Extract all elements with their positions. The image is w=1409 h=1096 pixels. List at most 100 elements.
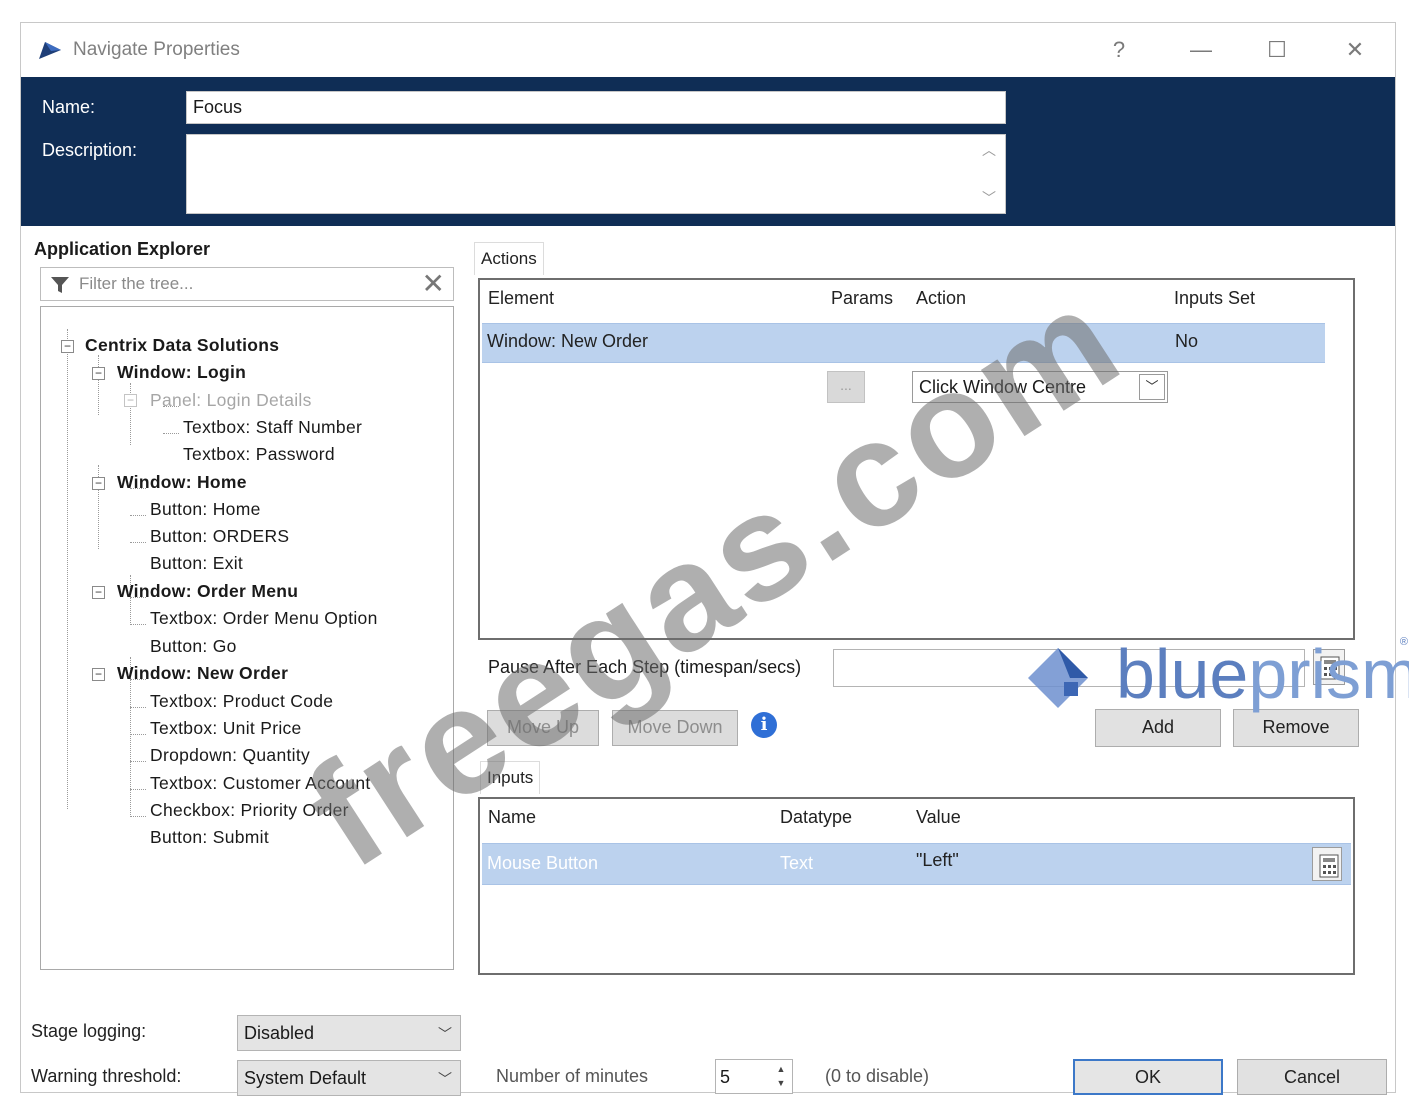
action-select-value: Click Window Centre [919,377,1087,397]
minutes-value: 5 [720,1067,731,1087]
spin-down-icon[interactable]: ▼ [773,1078,789,1088]
row-inputs-set: No [1175,331,1199,351]
scroll-up-icon[interactable]: ︿ [981,143,997,157]
action-select[interactable]: Click Window Centre ﹀ [912,371,1168,403]
stage-logging-select[interactable]: Disabled ﹀ [237,1015,461,1051]
tab-actions[interactable]: Actions [474,242,544,275]
tree-item[interactable]: Textbox: Unit Price [150,718,302,739]
column-header-params[interactable]: Params [831,288,893,309]
move-up-button[interactable]: Move Up [487,710,599,746]
warning-threshold-value: System Default [244,1068,367,1088]
tree-item[interactable]: Button: Home [150,499,261,520]
tree-item[interactable]: Textbox: Staff Number [183,417,362,438]
info-icon[interactable]: i [751,712,777,738]
tree-item[interactable]: Checkbox: Priority Order [150,800,349,821]
tree-item[interactable]: Textbox: Order Menu Option [150,608,378,629]
blueprism-logo-text: blueprism [1116,634,1409,714]
pause-label: Pause After Each Step (timespan/secs) [488,657,802,677]
tree-connector [130,789,146,790]
minimize-button[interactable]: — [1179,33,1223,67]
collapse-icon[interactable]: − [124,394,137,407]
tree-connector [130,515,146,516]
column-header-value[interactable]: Value [916,807,961,828]
maximize-button[interactable]: ☐ [1255,33,1299,67]
filter-tree-box[interactable]: Filter the tree... ✕ [40,267,454,301]
table-row[interactable]: Window: New Order ... Click Window Centr… [482,323,1325,403]
column-header-element[interactable]: Element [488,288,554,309]
minutes-stepper[interactable]: 5 ▲ ▼ [715,1059,793,1094]
tree-item[interactable]: Textbox: Password [183,444,335,465]
name-label: Name: [42,97,96,117]
chevron-down-icon[interactable]: ﹀ [1139,374,1165,400]
blueprism-logo-icon [1028,648,1088,708]
tree-item[interactable]: Window: Home [117,472,247,493]
tree-item[interactable]: Centrix Data Solutions [85,335,279,356]
column-header-action[interactable]: Action [916,288,966,309]
actions-grid: Element Params Action Inputs Set Window:… [478,278,1355,640]
column-header-inputs-set[interactable]: Inputs Set [1174,288,1255,309]
collapse-icon[interactable]: − [61,340,74,353]
name-field[interactable]: Focus [186,91,1006,124]
registered-mark: ® [1399,636,1408,648]
filter-icon [51,277,69,293]
tree-item[interactable]: Window: Login [117,362,246,383]
help-button[interactable]: ? [1097,33,1141,67]
scroll-down-icon[interactable]: ﹀ [981,191,997,205]
description-field[interactable]: ︿ ﹀ [186,134,1006,214]
inputs-grid: Name Datatype Value Mouse Button Text "L… [478,797,1355,975]
params-button[interactable]: ... [827,371,865,403]
calculator-icon [1319,854,1339,878]
stage-logging-label: Stage logging: [31,1021,147,1041]
tree-connector [130,542,146,543]
row-element: Window: New Order [487,331,649,351]
application-explorer-title: Application Explorer [34,239,211,259]
move-down-button[interactable]: Move Down [612,710,738,746]
input-value[interactable]: "Left" [916,850,959,871]
description-label: Description: [42,140,138,160]
filter-input[interactable]: Filter the tree... [79,274,193,294]
brand-part-2: prism [1248,635,1409,713]
column-header-name[interactable]: Name [488,807,536,828]
tree-connector [98,355,99,415]
tree-item[interactable]: Panel: Login Details [150,390,312,411]
column-header-datatype[interactable]: Datatype [780,807,852,828]
warning-threshold-select[interactable]: System Default ﹀ [237,1060,461,1096]
tree-connector [130,707,146,708]
tab-inputs[interactable]: Inputs [480,761,541,794]
chevron-down-icon: ﹀ [438,1026,452,1042]
input-datatype: Text [780,853,814,873]
title-bar: Navigate Properties ? — ☐ ✕ [21,23,1395,77]
close-button[interactable]: ✕ [1333,33,1377,67]
ok-button[interactable]: OK [1073,1059,1223,1095]
disable-hint: (0 to disable) [825,1066,930,1086]
window-title: Navigate Properties [73,39,240,60]
tree-item[interactable]: Window: New Order [117,663,288,684]
spin-up-icon[interactable]: ▲ [773,1064,789,1074]
blueprism-logo: blueprism ® [1028,634,1409,724]
application-tree[interactable]: − − − − − − Centrix Data Solutions Windo… [40,306,454,970]
collapse-icon[interactable]: − [92,586,105,599]
tree-item[interactable]: Button: Go [150,636,237,657]
tree-connector [67,329,68,809]
tree-item[interactable]: Textbox: Product Code [150,691,333,712]
chevron-down-icon: ﹀ [438,1071,452,1087]
tree-connector [130,816,146,817]
collapse-icon[interactable]: − [92,477,105,490]
input-name: Mouse Button [487,853,599,873]
collapse-icon[interactable]: − [92,367,105,380]
collapse-icon[interactable]: − [92,668,105,681]
number-of-minutes-label: Number of minutes [496,1066,649,1086]
cancel-button[interactable]: Cancel [1237,1059,1387,1095]
tree-item[interactable]: Button: ORDERS [150,526,289,547]
tree-connector [163,433,179,434]
tree-item[interactable]: Textbox: Customer Account [150,773,371,794]
tree-item[interactable]: Button: Submit [150,827,269,848]
stage-logging-value: Disabled [244,1023,315,1043]
table-row[interactable]: Mouse Button Text "Left" [482,843,1351,885]
clear-filter-icon[interactable]: ✕ [422,270,445,298]
tree-item[interactable]: Button: Exit [150,553,243,574]
tree-item[interactable]: Window: Order Menu [117,581,298,602]
navigate-properties-dialog: Navigate Properties ? — ☐ ✕ Name: Focus … [20,22,1396,1096]
tree-item[interactable]: Dropdown: Quantity [150,745,310,766]
value-calculator-button[interactable] [1312,847,1342,881]
